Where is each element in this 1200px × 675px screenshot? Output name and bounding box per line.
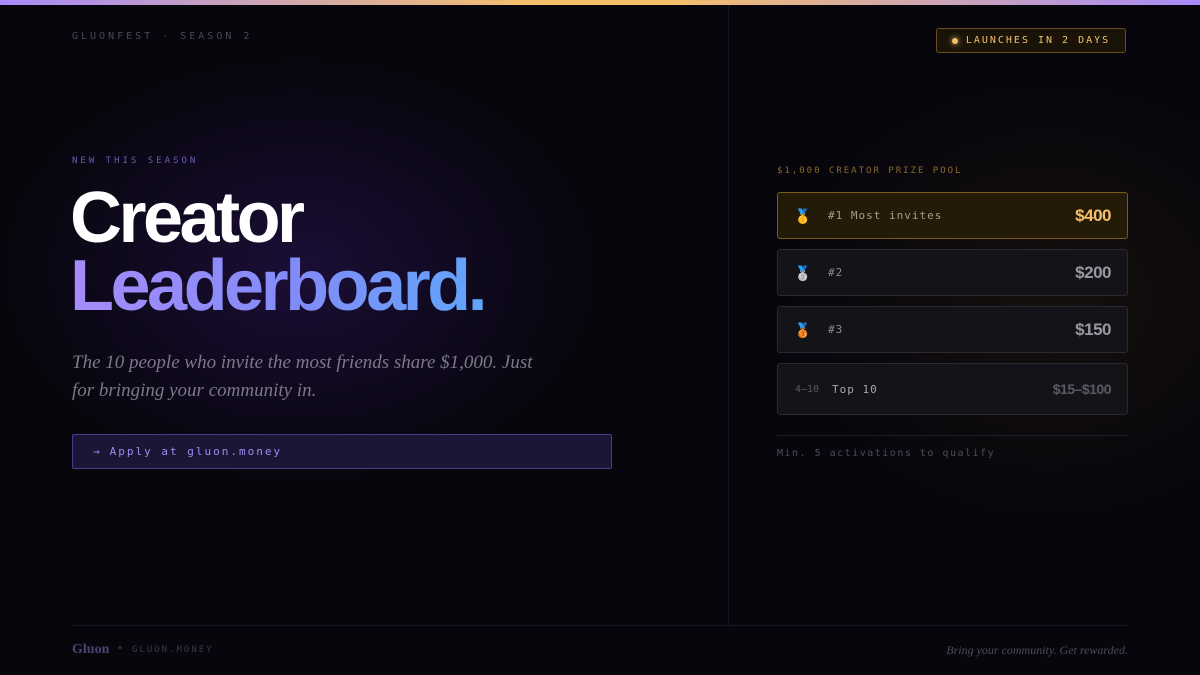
footer-separator: • xyxy=(117,643,124,654)
footer-divider xyxy=(72,625,1128,626)
prize-tier-2: 🥈 #2 $200 xyxy=(777,249,1128,296)
footer-url: GLUON.MONEY xyxy=(132,645,214,655)
top-gradient-bar xyxy=(0,0,1200,5)
apply-link-button[interactable]: → Apply at gluon.money xyxy=(72,434,612,469)
status-dot-icon xyxy=(951,37,958,44)
event-brand: GLUONFEST · SEASON 2 xyxy=(72,31,253,42)
prize-tier-amount: $150 xyxy=(1075,319,1111,339)
prize-tier-3: 🥉 #3 $150 xyxy=(777,306,1128,353)
prize-tier-range: 4–10 xyxy=(794,383,820,395)
page-title-line2: Leaderboard. xyxy=(70,246,488,326)
hero-description: The 10 people who invite the most friend… xyxy=(72,352,533,401)
footer-logo: Gluon xyxy=(72,642,110,657)
prize-tier-label: #2 xyxy=(828,266,844,279)
prize-tier-top10: 4–10 Top 10 $15–$100 xyxy=(777,363,1128,415)
qualify-note: Min. 5 activations to qualify xyxy=(777,448,996,459)
vertical-divider xyxy=(728,5,729,625)
launch-badge-text: LAUNCHES IN 2 DAYS xyxy=(965,35,1111,46)
silver-medal-icon: 🥈 xyxy=(794,264,812,281)
prize-tier-1: 🥇 #1 Most invites $400 xyxy=(777,192,1128,239)
prize-pool-divider xyxy=(777,435,1128,436)
prize-pool-label: $1,000 CREATOR PRIZE POOL xyxy=(777,166,963,176)
prize-tier-label: #3 xyxy=(828,323,844,336)
footer-tagline: Bring your community. Get rewarded. xyxy=(946,643,1128,657)
eyebrow-label: NEW THIS SEASON xyxy=(72,156,199,166)
bronze-medal-icon: 🥉 xyxy=(794,321,812,338)
prize-tier-label: Top 10 xyxy=(832,382,878,396)
arrow-right-icon: → xyxy=(93,445,102,458)
apply-link-label: Apply at gluon.money xyxy=(109,445,283,458)
gold-medal-icon: 🥇 xyxy=(794,207,812,224)
prize-tier-amount: $200 xyxy=(1075,262,1111,282)
page-title-line1: Creator xyxy=(70,178,305,258)
prize-tier-label: #1 Most invites xyxy=(828,209,943,222)
prize-tier-amount: $400 xyxy=(1075,205,1111,225)
launch-badge: LAUNCHES IN 2 DAYS xyxy=(936,28,1126,53)
prize-tier-amount: $15–$100 xyxy=(1052,381,1112,397)
